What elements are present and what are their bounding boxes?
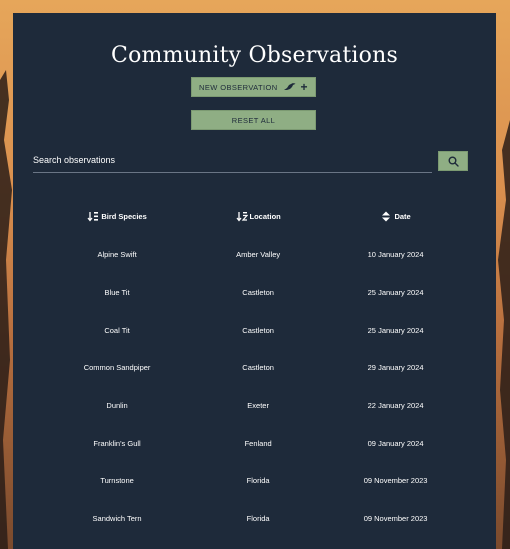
bird-icon [283,83,296,90]
table-row[interactable]: Dunlin Exeter 22 January 2024 [33,387,476,425]
search-button[interactable] [438,151,468,171]
reset-all-button[interactable]: RESET ALL [191,110,316,130]
sort-unsorted-icon [382,211,391,221]
table-header-row: Bird Species Location Date [33,198,476,236]
cell-location: Castleton [242,325,274,335]
table-row[interactable]: Coal Tit Castleton 25 January 2024 [33,311,476,349]
cell-date: 09 November 2023 [363,514,428,524]
cell-location: Exeter [247,401,269,411]
reset-all-label: RESET ALL [231,115,276,125]
cell-species: Blue Tit [104,288,130,298]
cell-location: Florida [246,476,270,486]
column-label-location: Location [249,211,281,221]
cell-date: 09 November 2023 [363,476,428,486]
search-field [33,150,432,173]
column-label-species: Bird Species [101,211,147,221]
cell-species: Common Sandpiper [83,363,151,373]
cell-date: 09 January 2024 [367,438,424,448]
plus-icon: + [300,80,308,94]
cell-date: 29 January 2024 [367,363,424,373]
cell-species: Franklin's Gull [93,438,141,448]
sort-descending-icon [236,211,248,222]
table-row[interactable]: Common Sandpiper Castleton 29 January 20… [33,349,476,387]
cell-species: Coal Tit [104,325,130,335]
cell-date: 22 January 2024 [367,401,424,411]
column-header-species[interactable]: Bird Species [33,198,201,236]
background-tree-right [498,120,510,549]
cell-location: Fenland [244,438,272,448]
cell-species: Alpine Swift [97,250,137,260]
new-observation-label: NEW OBSERVATION [199,82,278,92]
table-row[interactable]: Turnstone Florida 09 November 2023 [33,462,476,500]
observations-table: Bird Species Location Date Alpine Swift … [33,198,476,538]
cell-location: Castleton [242,288,274,298]
observations-panel: Community Observations NEW OBSERVATION +… [13,13,496,549]
cell-date: 25 January 2024 [367,325,424,335]
column-header-location[interactable]: Location [201,198,315,236]
search-input[interactable] [33,150,432,170]
search-icon [448,156,459,167]
sort-ascending-icon [87,211,99,222]
page-title: Community Observations [111,43,398,68]
cell-date: 25 January 2024 [367,288,424,298]
cell-location: Florida [246,514,270,524]
column-header-date[interactable]: Date [315,198,476,236]
cell-species: Turnstone [100,476,134,486]
table-row[interactable]: Alpine Swift Amber Valley 10 January 202… [33,236,476,274]
new-observation-button[interactable]: NEW OBSERVATION + [191,77,316,97]
table-row[interactable]: Blue Tit Castleton 25 January 2024 [33,274,476,312]
background-tree-left [0,70,12,549]
cell-location: Amber Valley [236,250,281,260]
cell-species: Dunlin [106,401,128,411]
table-row[interactable]: Franklin's Gull Fenland 09 January 2024 [33,424,476,462]
column-label-date: Date [394,211,411,221]
cell-location: Castleton [242,363,274,373]
cell-date: 10 January 2024 [367,250,424,260]
table-row[interactable]: Sandwich Tern Florida 09 November 2023 [33,500,476,538]
cell-species: Sandwich Tern [92,514,142,524]
